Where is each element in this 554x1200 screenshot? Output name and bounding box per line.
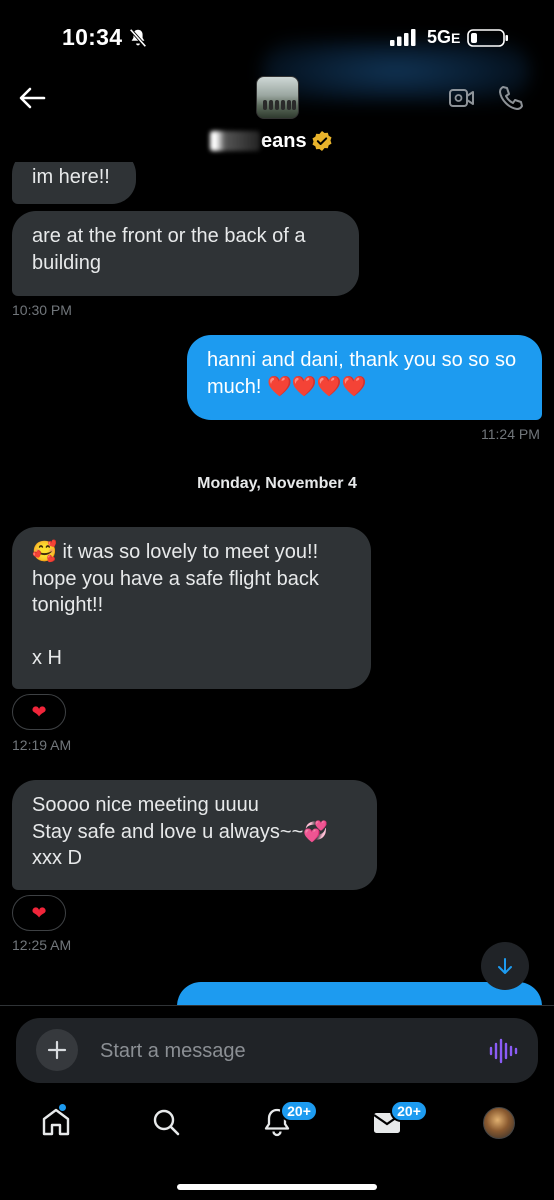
tab-home[interactable] bbox=[39, 1103, 75, 1141]
message-bubble-outgoing[interactable]: hanni and dani, thank you so so so much!… bbox=[187, 335, 542, 420]
status-bar: 10:34 5GE bbox=[0, 0, 554, 102]
messages-badge: 20+ bbox=[390, 1100, 428, 1122]
message-composer bbox=[16, 1018, 538, 1083]
tab-search[interactable] bbox=[149, 1105, 185, 1141]
search-icon bbox=[153, 1109, 180, 1136]
composer-area bbox=[0, 1005, 554, 1095]
message-bubble-outgoing-partial[interactable] bbox=[177, 982, 542, 1005]
reaction-heart[interactable]: ❤ bbox=[12, 694, 66, 730]
arrow-down-icon bbox=[498, 958, 512, 974]
home-icon bbox=[42, 1108, 70, 1136]
verified-badge-icon bbox=[312, 131, 332, 151]
message-bubble-incoming[interactable]: are at the front or the back of a buildi… bbox=[12, 211, 359, 296]
notification-dot bbox=[58, 1103, 67, 1112]
message-timestamp: 10:30 PM bbox=[12, 302, 72, 318]
network-label: 5GE bbox=[427, 27, 461, 47]
message-bubble-incoming[interactable]: 🥰 it was so lovely to meet you!! hope yo… bbox=[12, 527, 371, 689]
voice-message-icon[interactable] bbox=[488, 1037, 518, 1065]
profile-avatar[interactable] bbox=[483, 1107, 515, 1139]
battery-icon bbox=[467, 29, 508, 47]
tab-notifications[interactable]: 20+ bbox=[260, 1100, 318, 1141]
message-timestamp: 11:24 PM bbox=[481, 426, 540, 442]
day-separator: Monday, November 4 bbox=[197, 475, 357, 492]
redacted-name-part bbox=[210, 131, 260, 151]
plus-icon bbox=[47, 1040, 67, 1060]
contact-name-row[interactable]: eans bbox=[210, 128, 333, 154]
scroll-to-bottom-button[interactable] bbox=[481, 942, 529, 990]
message-timestamp: 12:19 AM bbox=[12, 737, 72, 753]
tab-messages[interactable]: 20+ bbox=[370, 1100, 428, 1141]
message-bubble-incoming[interactable]: Soooo nice meeting uuuu Stay safe and lo… bbox=[12, 780, 377, 890]
add-media-button[interactable] bbox=[36, 1029, 78, 1071]
message-list[interactable]: im here!! are at the front or the back o… bbox=[0, 162, 554, 1005]
status-time: 10:34 bbox=[62, 24, 123, 50]
contact-avatar[interactable] bbox=[256, 76, 299, 119]
conversation-header: eans bbox=[0, 70, 554, 162]
video-call-icon[interactable] bbox=[448, 86, 476, 110]
back-arrow-icon[interactable] bbox=[18, 86, 46, 110]
contact-name: eans bbox=[261, 129, 307, 152]
signal-icon bbox=[390, 29, 416, 46]
message-bubble-incoming[interactable]: im here!! bbox=[12, 162, 136, 204]
message-input[interactable] bbox=[100, 1036, 460, 1066]
reaction-heart[interactable]: ❤ bbox=[12, 895, 66, 931]
phone-call-icon[interactable] bbox=[497, 84, 525, 112]
notifications-badge: 20+ bbox=[280, 1100, 318, 1122]
bell-off-icon bbox=[129, 28, 147, 48]
message-timestamp: 12:25 AM bbox=[12, 937, 72, 953]
home-indicator bbox=[177, 1184, 377, 1190]
